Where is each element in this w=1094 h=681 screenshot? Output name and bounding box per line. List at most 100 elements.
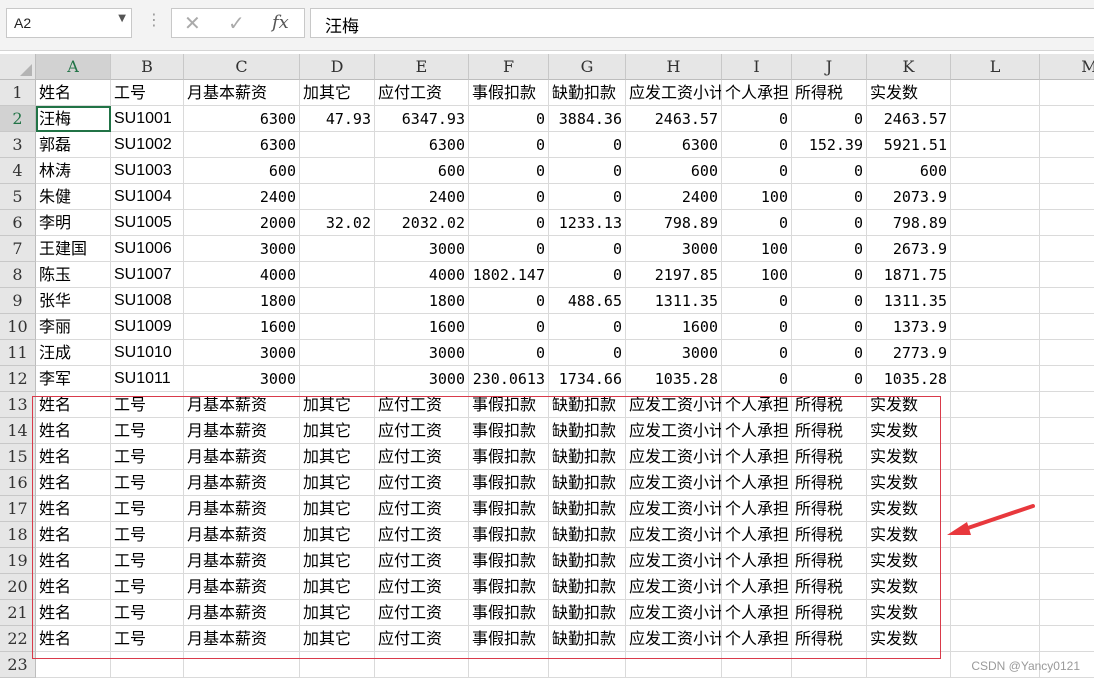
cell-j9[interactable]: 0 xyxy=(792,288,867,314)
row-header[interactable]: 1 xyxy=(0,80,36,106)
cell-h20[interactable]: 应发工资小计 xyxy=(626,574,722,600)
cell-f3[interactable]: 0 xyxy=(469,132,549,158)
column-header-a[interactable]: A xyxy=(36,54,111,80)
cell-d1[interactable]: 加其它 xyxy=(300,80,375,106)
cell-g2[interactable]: 3884.36 xyxy=(549,106,626,132)
column-header-i[interactable]: I xyxy=(722,54,792,80)
column-header-e[interactable]: E xyxy=(375,54,469,80)
select-all-button[interactable] xyxy=(0,54,36,80)
cell-m3[interactable] xyxy=(1040,132,1094,158)
cell-a2[interactable]: 汪梅 xyxy=(36,106,111,132)
cell-c18[interactable]: 月基本薪资 xyxy=(184,522,300,548)
cell-m13[interactable] xyxy=(1040,392,1094,418)
row-header[interactable]: 20 xyxy=(0,574,36,600)
cell-k5[interactable]: 2073.9 xyxy=(867,184,951,210)
cell-c20[interactable]: 月基本薪资 xyxy=(184,574,300,600)
cell-g15[interactable]: 缺勤扣款 xyxy=(549,444,626,470)
cell-f14[interactable]: 事假扣款 xyxy=(469,418,549,444)
cell-l21[interactable] xyxy=(951,600,1040,626)
cell-j1[interactable]: 所得税 xyxy=(792,80,867,106)
cell-i8[interactable]: 100 xyxy=(722,262,792,288)
cell-f9[interactable]: 0 xyxy=(469,288,549,314)
cell-h9[interactable]: 1311.35 xyxy=(626,288,722,314)
cell-c11[interactable]: 3000 xyxy=(184,340,300,366)
cell-j17[interactable]: 所得税 xyxy=(792,496,867,522)
cell-m21[interactable] xyxy=(1040,600,1094,626)
cell-a16[interactable]: 姓名 xyxy=(36,470,111,496)
cell-i16[interactable]: 个人承担 xyxy=(722,470,792,496)
cell-b14[interactable]: 工号 xyxy=(111,418,184,444)
cell-k15[interactable]: 实发数 xyxy=(867,444,951,470)
cell-f19[interactable]: 事假扣款 xyxy=(469,548,549,574)
cell-j19[interactable]: 所得税 xyxy=(792,548,867,574)
cell-f4[interactable]: 0 xyxy=(469,158,549,184)
column-header-h[interactable]: H xyxy=(626,54,722,80)
column-header-l[interactable]: L xyxy=(951,54,1040,80)
cell-l11[interactable] xyxy=(951,340,1040,366)
cell-j8[interactable]: 0 xyxy=(792,262,867,288)
cell-j7[interactable]: 0 xyxy=(792,236,867,262)
cell-h5[interactable]: 2400 xyxy=(626,184,722,210)
cell-i3[interactable]: 0 xyxy=(722,132,792,158)
insert-function-icon[interactable]: fx xyxy=(272,12,289,33)
cell-b7[interactable]: SU1006 xyxy=(111,236,184,262)
cell-f7[interactable]: 0 xyxy=(469,236,549,262)
cell-i19[interactable]: 个人承担 xyxy=(722,548,792,574)
enter-icon[interactable]: ✓ xyxy=(228,11,245,35)
cell-e3[interactable]: 6300 xyxy=(375,132,469,158)
cell-d10[interactable] xyxy=(300,314,375,340)
cell-b22[interactable]: 工号 xyxy=(111,626,184,652)
cell-d8[interactable] xyxy=(300,262,375,288)
cell-e5[interactable]: 2400 xyxy=(375,184,469,210)
cell-c21[interactable]: 月基本薪资 xyxy=(184,600,300,626)
cell-a14[interactable]: 姓名 xyxy=(36,418,111,444)
cell-c12[interactable]: 3000 xyxy=(184,366,300,392)
cell-l4[interactable] xyxy=(951,158,1040,184)
column-header-d[interactable]: D xyxy=(300,54,375,80)
row-header[interactable]: 19 xyxy=(0,548,36,574)
column-header-j[interactable]: J xyxy=(792,54,867,80)
cell-b17[interactable]: 工号 xyxy=(111,496,184,522)
cell-g23[interactable] xyxy=(549,652,626,678)
cell-c13[interactable]: 月基本薪资 xyxy=(184,392,300,418)
row-header[interactable]: 21 xyxy=(0,600,36,626)
cell-m6[interactable] xyxy=(1040,210,1094,236)
cell-h21[interactable]: 应发工资小计 xyxy=(626,600,722,626)
cell-d12[interactable] xyxy=(300,366,375,392)
column-header-k[interactable]: K xyxy=(867,54,951,80)
cell-e7[interactable]: 3000 xyxy=(375,236,469,262)
cell-f21[interactable]: 事假扣款 xyxy=(469,600,549,626)
cell-h7[interactable]: 3000 xyxy=(626,236,722,262)
cell-k8[interactable]: 1871.75 xyxy=(867,262,951,288)
cell-b5[interactable]: SU1004 xyxy=(111,184,184,210)
cell-f6[interactable]: 0 xyxy=(469,210,549,236)
cell-a18[interactable]: 姓名 xyxy=(36,522,111,548)
cell-b2[interactable]: SU1001 xyxy=(111,106,184,132)
row-header[interactable]: 12 xyxy=(0,366,36,392)
cell-l12[interactable] xyxy=(951,366,1040,392)
cell-m19[interactable] xyxy=(1040,548,1094,574)
cell-a15[interactable]: 姓名 xyxy=(36,444,111,470)
cell-k9[interactable]: 1311.35 xyxy=(867,288,951,314)
cell-l2[interactable] xyxy=(951,106,1040,132)
cell-k7[interactable]: 2673.9 xyxy=(867,236,951,262)
cell-d15[interactable]: 加其它 xyxy=(300,444,375,470)
cell-l20[interactable] xyxy=(951,574,1040,600)
cell-a20[interactable]: 姓名 xyxy=(36,574,111,600)
cell-k13[interactable]: 实发数 xyxy=(867,392,951,418)
cell-g5[interactable]: 0 xyxy=(549,184,626,210)
cell-c7[interactable]: 3000 xyxy=(184,236,300,262)
cell-m8[interactable] xyxy=(1040,262,1094,288)
cell-l14[interactable] xyxy=(951,418,1040,444)
cell-e20[interactable]: 应付工资 xyxy=(375,574,469,600)
cell-h1[interactable]: 应发工资小计 xyxy=(626,80,722,106)
cell-b8[interactable]: SU1007 xyxy=(111,262,184,288)
row-header[interactable]: 17 xyxy=(0,496,36,522)
cell-j20[interactable]: 所得税 xyxy=(792,574,867,600)
cell-i5[interactable]: 100 xyxy=(722,184,792,210)
cell-i22[interactable]: 个人承担 xyxy=(722,626,792,652)
cell-b9[interactable]: SU1008 xyxy=(111,288,184,314)
cell-a17[interactable]: 姓名 xyxy=(36,496,111,522)
cell-m18[interactable] xyxy=(1040,522,1094,548)
cell-m10[interactable] xyxy=(1040,314,1094,340)
